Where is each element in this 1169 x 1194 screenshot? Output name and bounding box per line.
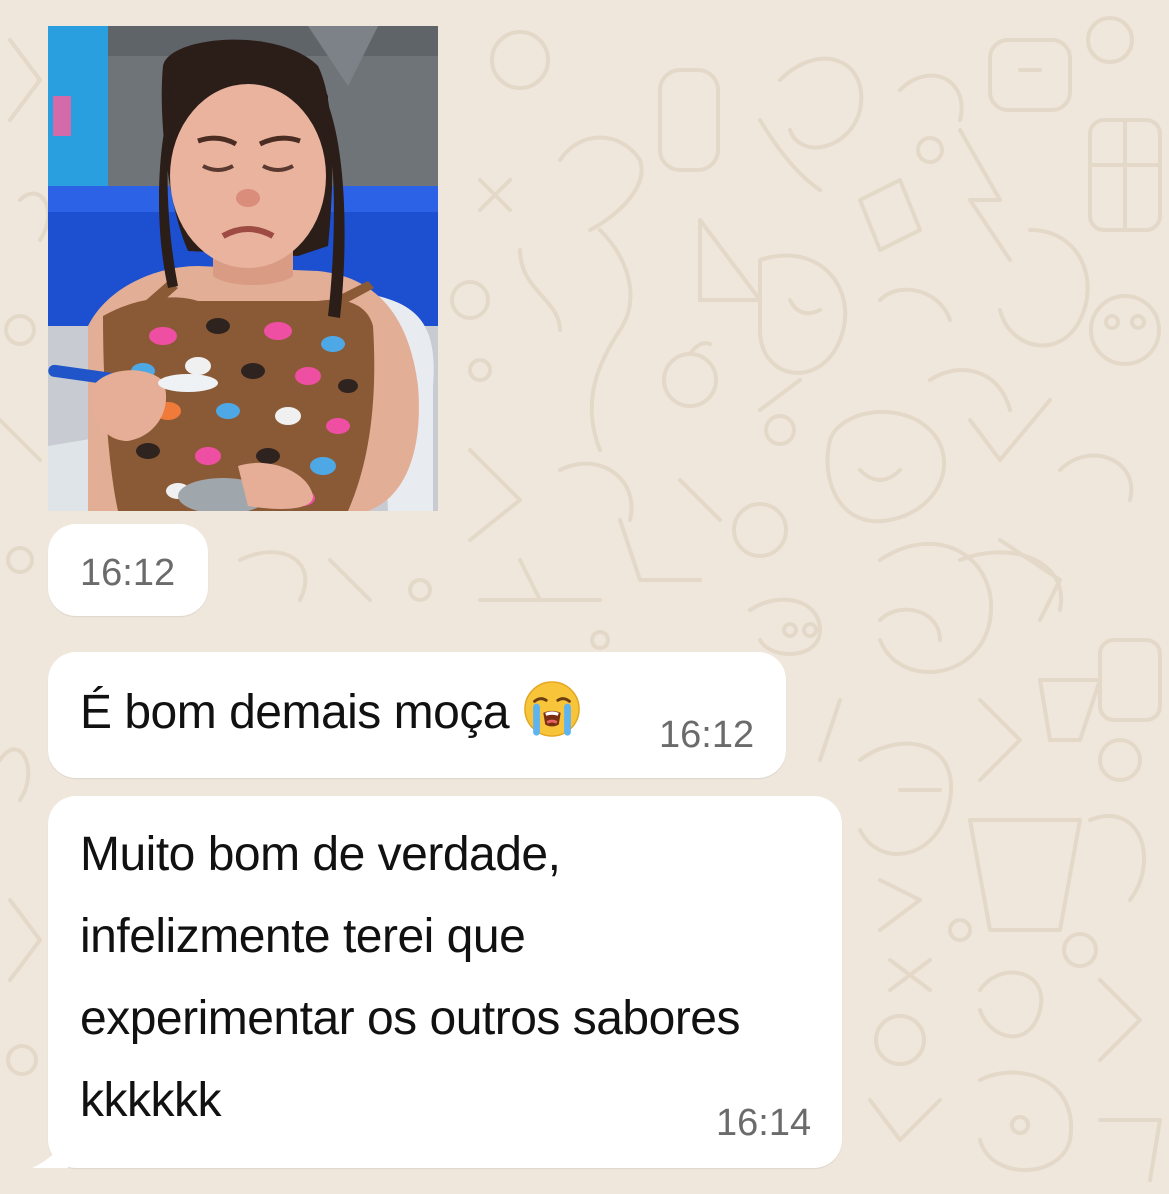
message-text: É bom demais moça: [80, 672, 581, 754]
message-line: kkkkkk: [80, 1074, 222, 1127]
image-time-bubble: 16:12: [48, 524, 208, 616]
message-text-content: É bom demais moça: [80, 686, 510, 739]
loudly-crying-face-emoji: [524, 681, 580, 737]
message-image[interactable]: [48, 26, 438, 511]
message-time: 16:12: [80, 552, 176, 594]
message-line: Muito bom de verdade,: [80, 828, 561, 881]
message-bubble[interactable]: Muito bom de verdade, infelizmente terei…: [48, 796, 842, 1168]
message-time: 16:14: [716, 1102, 812, 1144]
message-line: infelizmente terei que: [80, 910, 526, 963]
message-bubble[interactable]: É bom demais moça 16:12: [48, 652, 786, 778]
bubble-tail: [32, 1140, 68, 1168]
message-line: experimentar os outros sabores: [80, 992, 741, 1045]
crying-child-photo: [48, 26, 438, 511]
message-text: Muito bom de verdade, infelizmente terei…: [80, 814, 741, 1142]
message-time: 16:12: [659, 714, 755, 756]
